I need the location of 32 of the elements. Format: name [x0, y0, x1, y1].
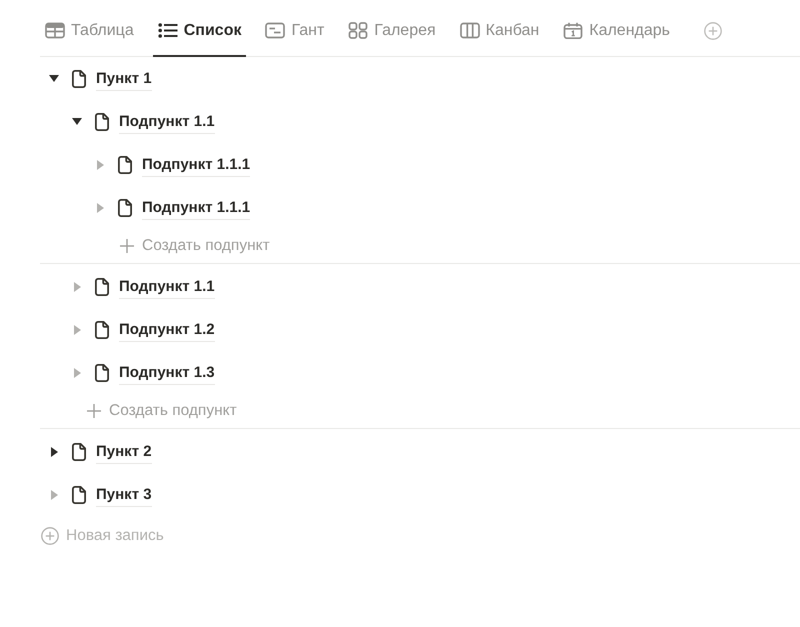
list-icon — [158, 22, 178, 39]
caret-right-icon[interactable] — [50, 446, 58, 456]
timeline-icon — [265, 22, 286, 39]
columns-icon — [460, 22, 480, 39]
document-icon — [95, 320, 109, 338]
plus-icon — [120, 238, 134, 252]
item-title[interactable]: Пункт 3 — [96, 486, 152, 507]
document-icon — [72, 70, 86, 88]
caret-down-icon[interactable] — [72, 118, 82, 125]
item-title[interactable]: Подпункт 1.2 — [119, 321, 215, 342]
item-title[interactable]: Подпункт 1.3 — [119, 364, 215, 385]
grid-icon — [348, 22, 368, 39]
calendar-icon — [563, 22, 584, 39]
caret-down-icon[interactable] — [49, 75, 59, 82]
item-title[interactable]: Подпункт 1.1 — [119, 113, 215, 134]
add-view-icon[interactable] — [704, 22, 722, 40]
document-icon — [118, 198, 132, 216]
item-title[interactable]: Пункт 2 — [96, 443, 152, 464]
document-icon — [118, 156, 132, 174]
table-icon — [45, 22, 65, 39]
plus-icon — [87, 404, 101, 418]
document-icon — [72, 486, 86, 504]
plus-circle-icon — [41, 526, 59, 544]
document-icon — [95, 364, 109, 382]
item-title[interactable]: Пункт 1 — [96, 70, 152, 91]
item-title[interactable]: Подпункт 1.1 — [119, 278, 215, 299]
document-icon — [95, 278, 109, 296]
document-icon — [72, 442, 86, 460]
view-tab[interactable]: Список — [152, 0, 246, 57]
item-title[interactable]: Подпункт 1.1.1 — [142, 156, 250, 177]
document-icon — [95, 112, 109, 130]
item-title[interactable]: Подпункт 1.1.1 — [142, 199, 250, 220]
